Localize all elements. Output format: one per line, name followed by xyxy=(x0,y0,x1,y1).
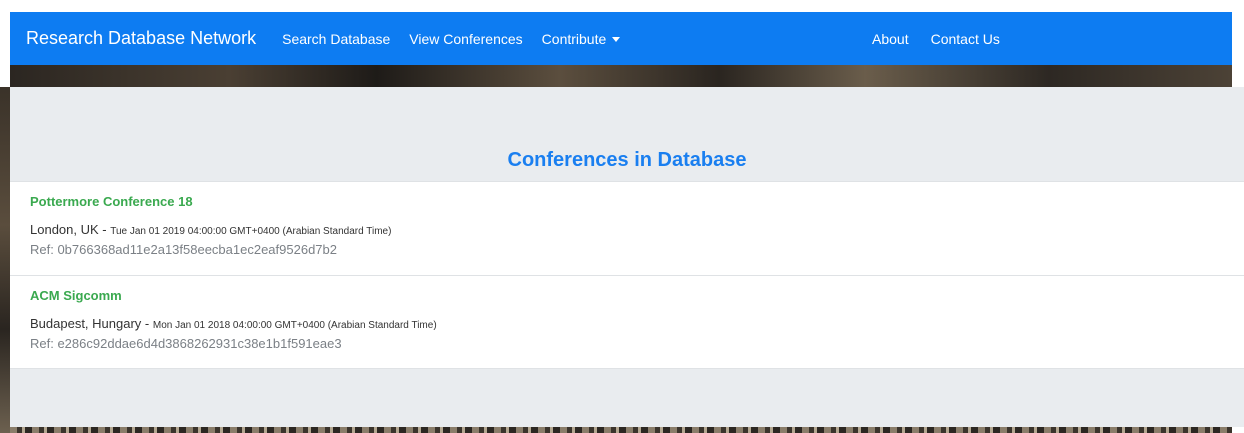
brand-link[interactable]: Research Database Network xyxy=(26,28,256,49)
nav-right-group: About Contact Us xyxy=(872,12,1022,65)
background-photo-left xyxy=(0,87,10,433)
conferences-panel: Conferences in Database Pottermore Confe… xyxy=(10,87,1244,427)
conference-list-item: ACM Sigcomm Budapest, Hungary - Mon Jan … xyxy=(10,275,1244,369)
conference-list-item: Pottermore Conference 18 London, UK - Tu… xyxy=(10,181,1244,275)
caret-down-icon xyxy=(612,36,621,42)
conference-separator: - xyxy=(141,316,153,331)
conference-date: Tue Jan 01 2019 04:00:00 GMT+0400 (Arabi… xyxy=(110,226,392,237)
conference-ref: Ref: e286c92ddae6d4d3868262931c38e1b1f59… xyxy=(30,336,342,351)
background-photo-bottom xyxy=(10,427,1232,433)
nav-contact-us[interactable]: Contact Us xyxy=(931,31,1000,47)
conference-list: Pottermore Conference 18 London, UK - Tu… xyxy=(10,181,1244,369)
page-title: Conferences in Database xyxy=(507,149,747,171)
nav-view-conferences[interactable]: View Conferences xyxy=(409,31,522,47)
conference-details: London, UK - Tue Jan 01 2019 04:00:00 GM… xyxy=(30,222,1224,240)
conference-ref: Ref: 0b766368ad11e2a13f58eecba1ec2eaf952… xyxy=(30,242,337,257)
nav-contribute-dropdown[interactable]: Contribute xyxy=(542,31,621,47)
conference-date: Mon Jan 01 2018 04:00:00 GMT+0400 (Arabi… xyxy=(152,320,437,331)
top-navbar: Research Database Network Search Databas… xyxy=(10,12,1232,65)
conference-location: Budapest, Hungary xyxy=(30,316,142,331)
nav-contribute-label: Contribute xyxy=(541,30,607,47)
conference-details: Budapest, Hungary - Mon Jan 01 2018 04:0… xyxy=(30,316,1224,334)
conference-location: London, UK xyxy=(30,222,99,237)
nav-search-database[interactable]: Search Database xyxy=(282,31,390,47)
conference-name-link[interactable]: ACM Sigcomm xyxy=(30,288,1224,312)
conference-name-link[interactable]: Pottermore Conference 18 xyxy=(30,194,1224,218)
background-photo-top xyxy=(10,65,1232,87)
conference-separator: - xyxy=(98,222,111,237)
nav-about[interactable]: About xyxy=(872,31,909,47)
